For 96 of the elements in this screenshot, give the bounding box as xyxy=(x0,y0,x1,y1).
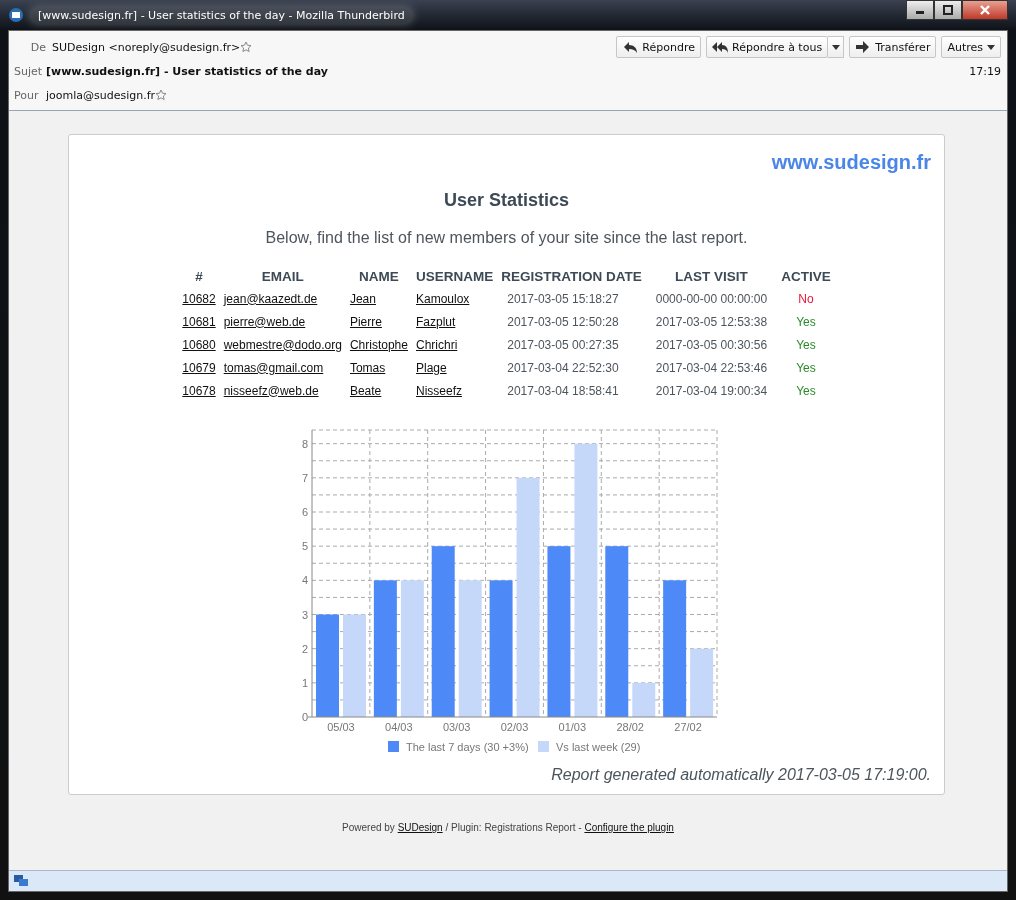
generated-note: Report generated automatically 2017-03-05 17:19:00. xyxy=(551,766,931,783)
table-link[interactable]: Christophe xyxy=(349,337,408,352)
y-tick-label: 8 xyxy=(301,437,308,450)
dropdown-button[interactable] xyxy=(828,36,845,58)
forward-icon xyxy=(855,39,872,55)
table-link[interactable]: webmestre@dodo.org xyxy=(223,337,342,352)
table-link[interactable]: Nisseefz xyxy=(415,383,462,398)
column-header: ACTIVE xyxy=(781,269,831,284)
table-link[interactable]: pierre@web.de xyxy=(223,314,306,329)
table-link[interactable]: Kamoulox xyxy=(415,291,470,306)
maximize-button[interactable] xyxy=(934,0,962,20)
footer-text: Powered by SUDesign / Plugin: Registrations Report - Configure the plugin xyxy=(342,822,674,833)
table-link[interactable]: jean@kaazedt.de xyxy=(223,291,318,306)
site-link[interactable]: www.sudesign.fr xyxy=(771,151,931,173)
maximize-icon xyxy=(943,5,953,15)
table-cell: 2017-03-04 19:00:34 xyxy=(655,383,768,398)
table-link[interactable]: Chrichri xyxy=(415,337,458,352)
more-button[interactable]: Autres xyxy=(941,36,1001,58)
star-icon[interactable] xyxy=(240,41,253,53)
legend-label: The last 7 days (30 +3%) xyxy=(405,741,529,753)
table-link[interactable]: tomas@gmail.com xyxy=(223,360,324,375)
window-title: [www.sudesign.fr] - User statistics of the day - Mozilla Thunderbird xyxy=(30,6,413,24)
table-cell: 2017-03-04 22:53:46 xyxy=(655,360,768,375)
table-link[interactable]: 10680 xyxy=(182,337,216,352)
bar xyxy=(631,682,655,717)
y-tick-label: 2 xyxy=(301,642,308,655)
column-header: NAME xyxy=(359,269,399,284)
column-header: EMAIL xyxy=(261,269,304,284)
intro-text: Below, find the list of new members of your site since the last report. xyxy=(265,229,748,246)
y-tick-label: 5 xyxy=(301,540,308,553)
app-icon xyxy=(8,7,24,23)
x-tick-label: 01/03 xyxy=(558,721,586,733)
recipient[interactable]: joomla@sudesign.fr xyxy=(46,88,156,102)
bar xyxy=(689,648,713,717)
time: 17:19 xyxy=(969,64,1001,78)
column-header: LAST VISIT xyxy=(675,269,748,284)
table-link[interactable]: Plage xyxy=(415,360,447,375)
y-tick-label: 7 xyxy=(301,471,308,484)
y-tick-label: 1 xyxy=(301,676,308,689)
table-link[interactable]: Fazplut xyxy=(415,314,456,329)
star-icon[interactable] xyxy=(155,89,168,101)
status-icon xyxy=(13,874,29,888)
table-cell: 2017-03-04 18:58:41 xyxy=(507,383,619,398)
table-link[interactable]: 10681 xyxy=(182,314,216,329)
column-header: REGISTRATION DATE xyxy=(501,269,642,284)
x-tick-label: 05/03 xyxy=(326,721,355,733)
forward-button[interactable]: Transférer xyxy=(849,36,937,58)
table-cell: 2017-03-05 00:27:35 xyxy=(507,337,619,352)
x-tick-label: 27/02 xyxy=(673,721,702,733)
table-cell: 0000-00-00 00:00:00 xyxy=(655,291,768,306)
subject-label: Sujet xyxy=(14,64,40,78)
sudesign-link[interactable]: SUDesign xyxy=(397,822,443,833)
table-link[interactable]: 10679 xyxy=(182,360,216,375)
column-header: USERNAME xyxy=(415,269,494,284)
x-tick-label: 02/03 xyxy=(500,721,528,733)
table-link[interactable]: Pierre xyxy=(349,314,382,329)
table-link[interactable]: 10682 xyxy=(182,291,216,306)
x-tick-label: 03/03 xyxy=(442,721,470,733)
x-tick-label: 04/03 xyxy=(384,721,413,733)
to-label: Pour xyxy=(14,88,40,102)
legend-swatch xyxy=(387,741,399,752)
table-link[interactable]: Beate xyxy=(349,383,382,398)
status-text: Yes xyxy=(796,383,816,398)
legend-swatch xyxy=(537,741,549,752)
x-tick-label: 28/02 xyxy=(615,721,644,733)
column-header: # xyxy=(195,269,203,284)
status-text: Yes xyxy=(796,360,816,375)
y-tick-label: 6 xyxy=(301,506,308,518)
report-title: User Statistics xyxy=(443,190,570,210)
close-button[interactable] xyxy=(962,0,1008,20)
table-cell: 2017-03-05 00:30:56 xyxy=(655,337,768,352)
table-cell: 2017-03-04 22:52:30 xyxy=(507,360,619,375)
status-text: Yes xyxy=(796,314,816,329)
caret-icon xyxy=(831,44,840,50)
table-link[interactable]: Tomas xyxy=(349,360,386,375)
minimize-button[interactable] xyxy=(906,0,934,20)
table-link[interactable]: 10678 xyxy=(182,383,216,398)
from-label: De xyxy=(29,40,46,54)
subject: [www.sudesign.fr] - User statistics of the day xyxy=(46,64,328,78)
status-text: No xyxy=(798,291,814,306)
close-icon xyxy=(980,5,990,15)
sender[interactable]: SUDesign <noreply@sudesign.fr> xyxy=(52,40,241,54)
y-tick-label: 0 xyxy=(301,711,308,723)
legend-label: Vs last week (29) xyxy=(555,741,640,753)
reply-all-button[interactable]: Répondre à tous xyxy=(706,36,829,58)
y-tick-label: 3 xyxy=(301,608,308,621)
table-cell: 2017-03-05 12:53:38 xyxy=(655,314,768,329)
table-cell: 2017-03-05 15:18:27 xyxy=(507,291,619,306)
table-link[interactable]: Jean xyxy=(349,291,376,306)
reply-button[interactable]: Répondre xyxy=(616,36,701,58)
table-link[interactable]: nisseefz@web.de xyxy=(223,383,319,398)
status-text: Yes xyxy=(796,337,816,352)
table-cell: 2017-03-05 12:50:28 xyxy=(507,314,619,329)
configure-link[interactable]: Configure the plugin xyxy=(584,822,674,833)
y-tick-label: 4 xyxy=(301,574,308,587)
caret-icon xyxy=(987,44,995,50)
